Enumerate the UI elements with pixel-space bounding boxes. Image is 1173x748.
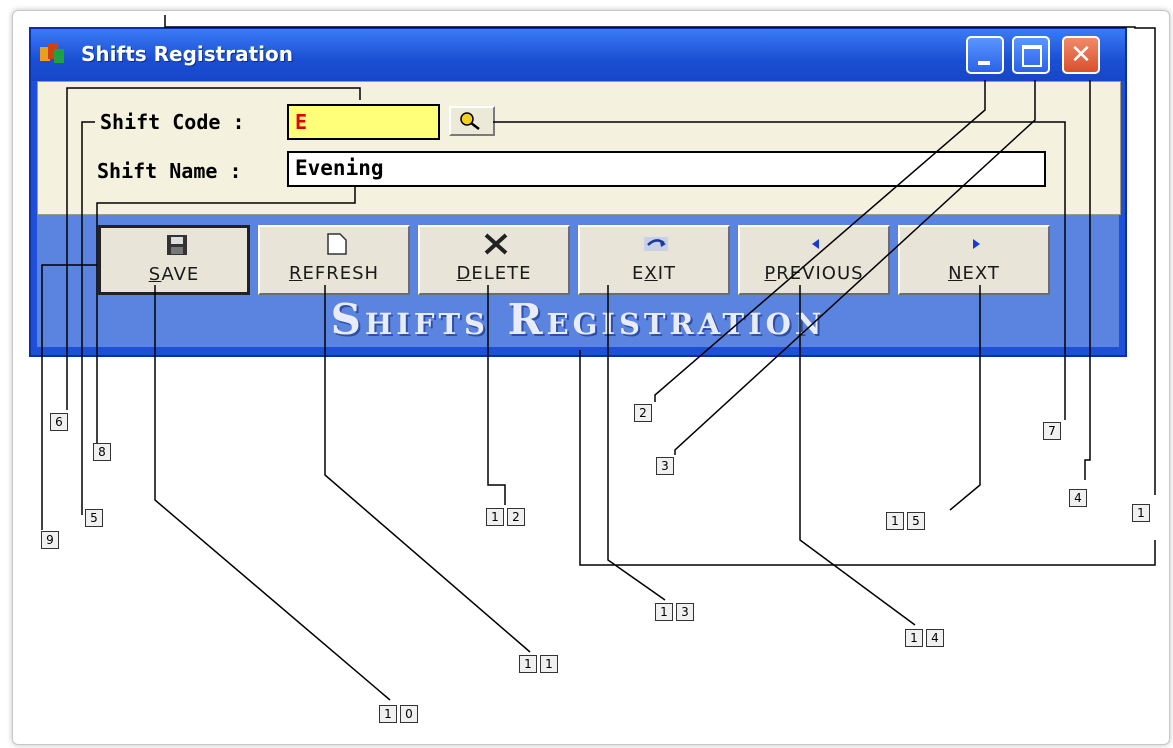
callout-12: 12 — [486, 508, 525, 526]
callout-13: 13 — [655, 603, 694, 621]
callout-3: 3 — [656, 457, 674, 475]
callout-lines — [41, 15, 1156, 701]
callout-1: 1 — [1132, 504, 1150, 522]
callout-2: 2 — [634, 404, 652, 422]
callout-15: 15 — [886, 512, 925, 530]
callout-14: 14 — [905, 629, 944, 647]
callout-8: 8 — [93, 443, 111, 461]
callout-7: 7 — [1043, 422, 1061, 440]
callout-6: 6 — [50, 413, 68, 431]
callout-4: 4 — [1069, 489, 1087, 507]
callout-10: 10 — [379, 705, 418, 723]
callout-5: 5 — [85, 509, 103, 527]
callout-11: 11 — [519, 655, 558, 673]
callout-9: 9 — [41, 531, 59, 549]
